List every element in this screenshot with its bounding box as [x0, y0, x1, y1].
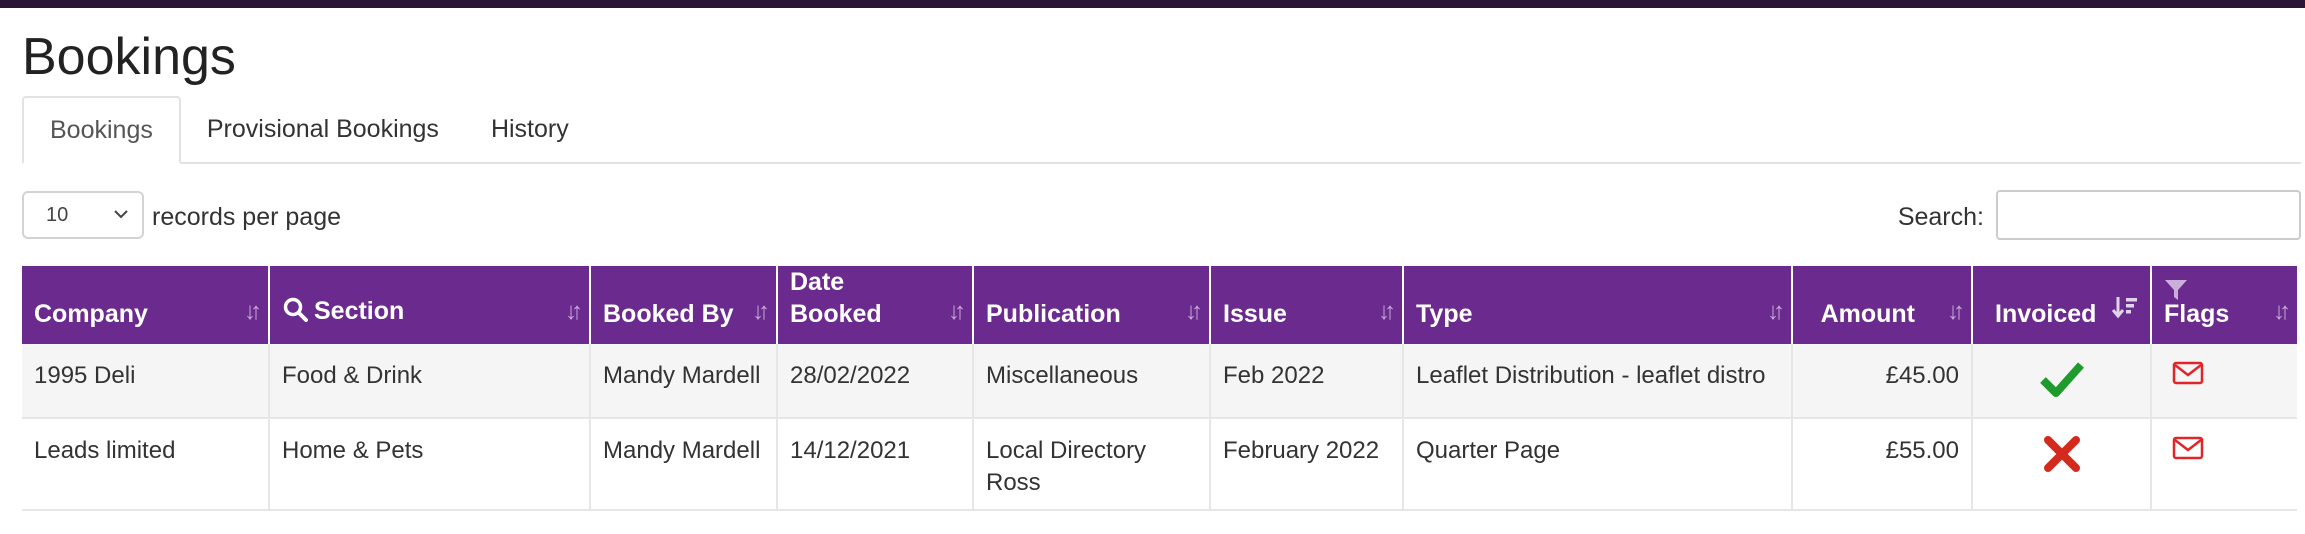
- column-header-invoiced[interactable]: Invoiced: [1972, 266, 2152, 344]
- search-control: Search:: [1897, 190, 2301, 240]
- cell-company: 1995 Deli: [22, 344, 270, 419]
- page-content: Bookings Bookings Provisional Bookings H…: [0, 8, 2305, 511]
- column-header-type[interactable]: Type ↓↑: [1403, 266, 1793, 344]
- bookings-table: Company ↓↑ Section ↓↑ Booked By ↓↑ Date …: [22, 266, 2297, 511]
- envelope-icon[interactable]: [2172, 436, 2204, 467]
- cell-date-booked: 28/02/2022: [777, 344, 974, 419]
- column-header-flags[interactable]: Flags ↓↑: [2151, 266, 2297, 344]
- cell-invoiced: [1972, 344, 2152, 419]
- cell-flags: [2151, 418, 2297, 511]
- cell-amount: £45.00: [1792, 344, 1973, 419]
- sort-icon: ↓↑: [1378, 298, 1396, 325]
- tab-history[interactable]: History: [465, 96, 595, 162]
- check-icon: [2039, 362, 2084, 404]
- cell-section: Home & Pets: [269, 418, 591, 511]
- column-label: Date Booked: [790, 268, 882, 328]
- records-per-page-value: 10: [46, 203, 69, 226]
- column-label: Amount: [1820, 300, 1915, 328]
- table-header-row: Company ↓↑ Section ↓↑ Booked By ↓↑ Date …: [22, 266, 2297, 344]
- tab-bookings[interactable]: Bookings: [22, 96, 181, 164]
- cell-amount: £55.00: [1792, 418, 1973, 511]
- sort-icon: ↓↑: [1185, 298, 1203, 325]
- search-input[interactable]: [1996, 190, 2301, 240]
- search-label: Search:: [1897, 202, 1984, 231]
- sort-icon: ↓↑: [752, 298, 770, 325]
- cell-type: Leaflet Distribution - leaflet distro: [1403, 344, 1793, 419]
- sort-icon: ↓↑: [244, 298, 262, 325]
- cell-date-booked: 14/12/2021: [777, 418, 974, 511]
- cell-publication: Local Directory Ross: [973, 418, 1211, 511]
- column-label: Booked By: [603, 300, 734, 328]
- cell-issue: Feb 2022: [1210, 344, 1404, 419]
- cell-section: Food & Drink: [269, 344, 591, 419]
- tab-bar: Bookings Provisional Bookings History: [22, 96, 2301, 164]
- column-header-company[interactable]: Company ↓↑: [22, 266, 270, 344]
- top-bar: [0, 0, 2305, 8]
- sort-icon: ↓↑: [1947, 298, 1965, 325]
- column-label: Issue: [1223, 300, 1287, 328]
- table-controls: 10 records per page Search:: [22, 164, 2301, 270]
- envelope-icon[interactable]: [2172, 361, 2204, 392]
- records-per-page-select[interactable]: 10: [22, 191, 144, 239]
- table-row[interactable]: Leads limited Home & Pets Mandy Mardell …: [22, 418, 2297, 511]
- sort-icon: ↓↑: [948, 298, 966, 325]
- tab-provisional-bookings[interactable]: Provisional Bookings: [181, 96, 465, 162]
- records-per-page: 10 records per page: [22, 191, 342, 239]
- column-label: Type: [1416, 300, 1473, 328]
- column-header-amount[interactable]: Amount ↓↑: [1792, 266, 1973, 344]
- cell-issue: February 2022: [1210, 418, 1404, 511]
- sort-desc-icon: [2111, 295, 2138, 328]
- sort-icon: ↓↑: [2273, 298, 2291, 325]
- table-row[interactable]: 1995 Deli Food & Drink Mandy Mardell 28/…: [22, 344, 2297, 419]
- cell-flags: [2151, 344, 2297, 419]
- column-label: Invoiced: [1995, 300, 2097, 328]
- filter-icon[interactable]: [2164, 278, 2188, 310]
- sort-icon: ↓↑: [565, 298, 583, 325]
- column-label: Publication: [986, 300, 1121, 328]
- records-per-page-label: records per page: [152, 202, 342, 231]
- column-header-date-booked[interactable]: Date Booked ↓↑: [777, 266, 974, 344]
- column-header-publication[interactable]: Publication ↓↑: [973, 266, 1211, 344]
- cell-type: Quarter Page: [1403, 418, 1793, 511]
- cell-booked-by: Mandy Mardell: [590, 418, 778, 511]
- cross-icon: [2043, 436, 2081, 479]
- sort-icon: ↓↑: [1767, 298, 1785, 325]
- column-header-booked-by[interactable]: Booked By ↓↑: [590, 266, 778, 344]
- column-label: Company: [34, 300, 148, 328]
- column-label: Section: [314, 297, 405, 325]
- cell-invoiced: [1972, 418, 2152, 511]
- cell-company: Leads limited: [22, 418, 270, 511]
- chevron-down-icon: [114, 206, 128, 224]
- cell-publication: Miscellaneous: [973, 344, 1211, 419]
- cell-booked-by: Mandy Mardell: [590, 344, 778, 419]
- column-header-issue[interactable]: Issue ↓↑: [1210, 266, 1404, 344]
- page-title: Bookings: [22, 28, 236, 86]
- search-icon: [282, 296, 308, 330]
- column-header-section[interactable]: Section ↓↑: [269, 266, 591, 344]
